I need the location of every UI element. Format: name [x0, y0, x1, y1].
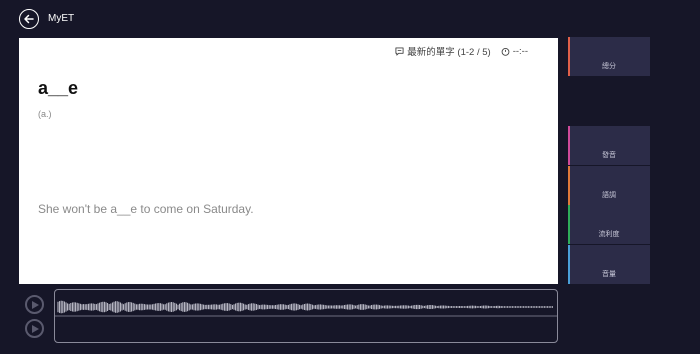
top-bar: MyET [0, 0, 700, 37]
example-sentence: She won't be a__e to come on Saturday. [38, 202, 254, 216]
chat-bubble-icon [395, 46, 404, 56]
play-recording-button[interactable] [25, 319, 44, 338]
back-button[interactable] [19, 9, 39, 29]
card-status-bar: 最新的單字 (1-2 / 5) --:-- [395, 44, 528, 58]
score-pronunciation-button[interactable]: 發音 [568, 126, 650, 165]
score-volume-button[interactable]: 音量 [568, 245, 650, 284]
score-total-button[interactable]: 總分 [568, 37, 650, 76]
waveform-panel[interactable] [54, 289, 558, 343]
score-fluency-button[interactable]: 流利度 [568, 205, 650, 244]
score-volume-label: 音量 [602, 271, 616, 278]
app-title: MyET [48, 13, 75, 24]
progress-label: 最新的單字 (1-2 / 5) [407, 47, 491, 58]
reference-waveform [57, 300, 553, 314]
score-intonation-button[interactable]: 語調 [568, 166, 650, 205]
vocabulary-word: a__e [38, 78, 79, 98]
timer-value: --:-- [512, 45, 528, 57]
accent-bar [568, 37, 570, 76]
play-reference-button[interactable] [25, 295, 44, 314]
waveform-graphic [55, 300, 557, 317]
part-of-speech: (a.) [38, 109, 52, 119]
accent-bar [568, 245, 570, 284]
play-icon [32, 300, 39, 309]
accent-bar [568, 205, 570, 244]
back-arrow-icon [24, 14, 34, 24]
score-pronunciation-label: 發音 [602, 152, 616, 159]
word-card: 最新的單字 (1-2 / 5) --:-- a__e (a.) She won'… [19, 38, 558, 284]
timer-icon [501, 47, 510, 56]
score-fluency-label: 流利度 [598, 231, 620, 238]
play-icon [32, 324, 39, 333]
accent-bar [568, 166, 570, 205]
score-intonation-label: 語調 [602, 192, 616, 199]
accent-bar [568, 126, 570, 165]
score-total-label: 總分 [602, 63, 616, 70]
